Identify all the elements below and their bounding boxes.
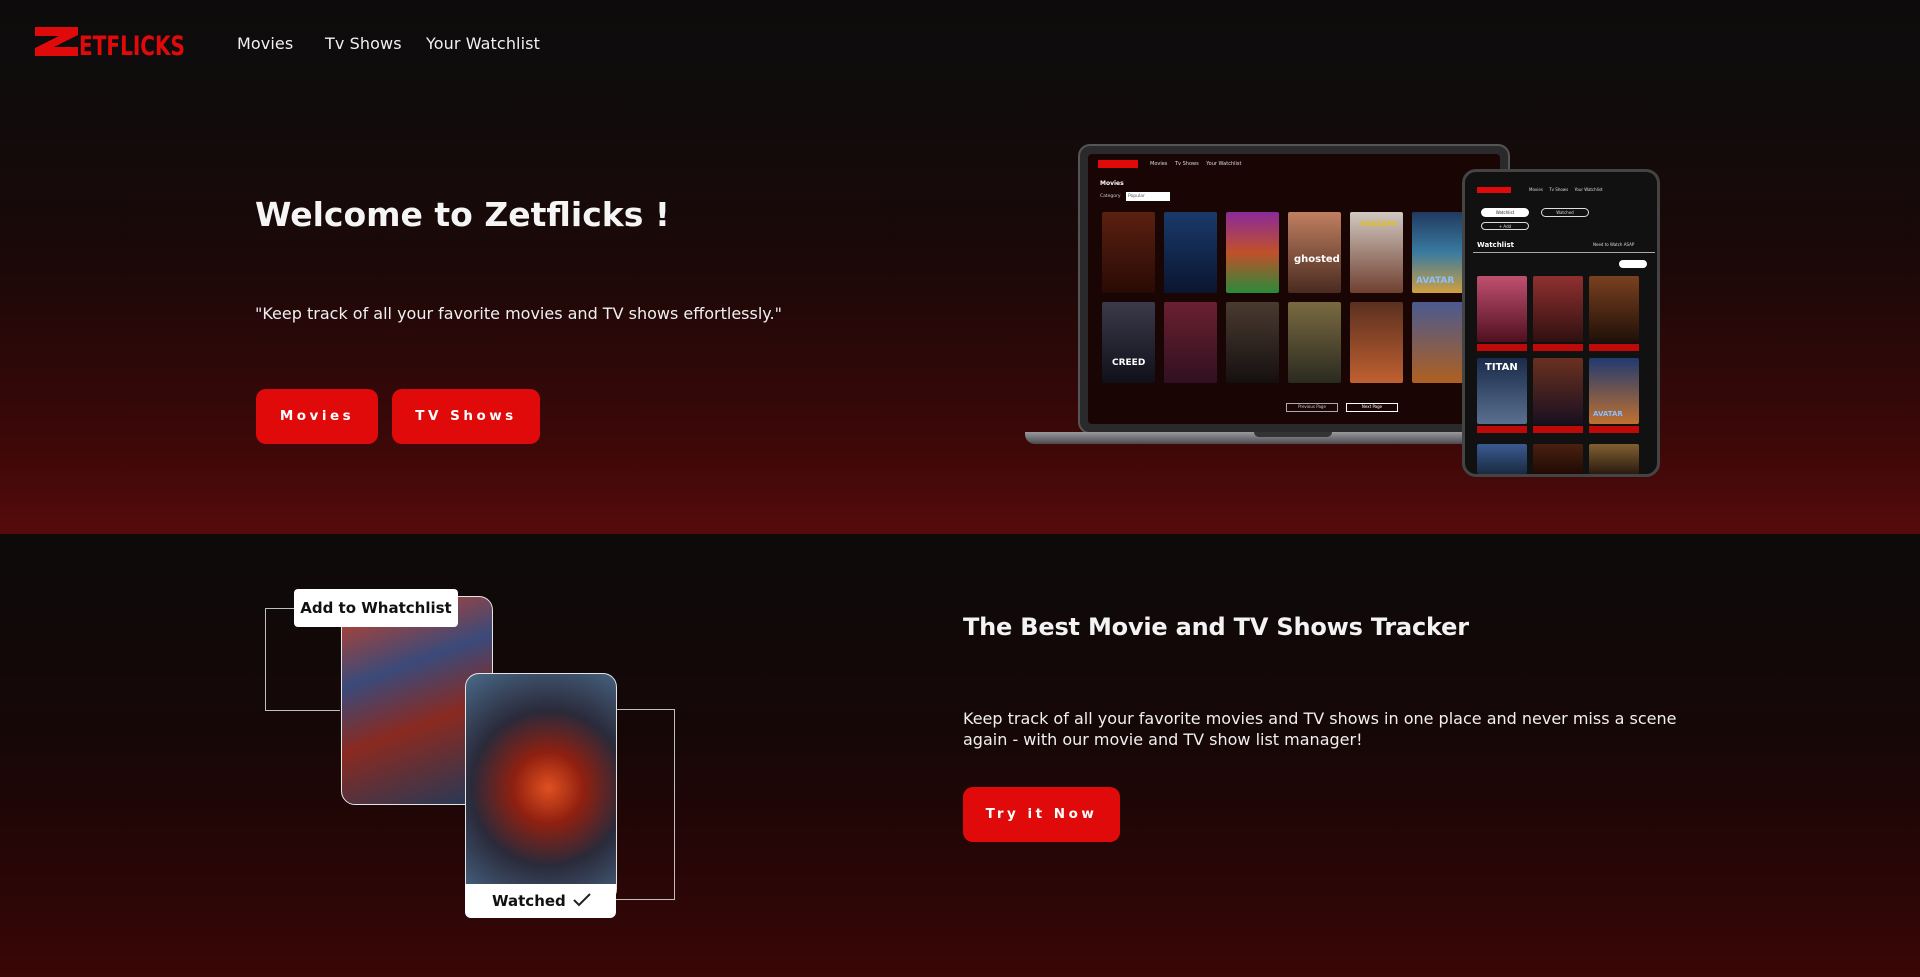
tablet-nav-tv: Tv Shows <box>1549 187 1569 192</box>
feature-title: The Best Movie and TV Shows Tracker <box>963 613 1469 641</box>
tablet-poster-title: AVATAR <box>1593 410 1623 418</box>
tablet-poster <box>1477 444 1527 474</box>
mini-poster: AVATAR <box>1412 212 1465 293</box>
mini-category-label: Category <box>1100 194 1121 199</box>
mini-logo <box>1098 160 1138 168</box>
frame-line-right <box>608 709 675 900</box>
try-it-now-button[interactable]: Try it Now <box>963 787 1120 842</box>
tablet-heading: Watchlist <box>1477 241 1514 249</box>
mini-poster: ghosted <box>1288 212 1341 293</box>
mini-nav-movies: Movies <box>1150 161 1168 167</box>
watched-tag[interactable]: Watched <box>465 884 616 918</box>
mini-poster <box>1288 302 1341 383</box>
mini-poster <box>1412 302 1465 383</box>
feature-section: Add to Whatchlist Watched The Best Movie… <box>0 534 1920 977</box>
mini-next-page: Next Page <box>1346 403 1398 412</box>
tablet-tab-watched: Watched <box>1541 208 1589 217</box>
tablet-poster-actions <box>1589 426 1639 433</box>
laptop-mockup: Movies Tv Shows Your Watchlist Movies Ca… <box>1078 144 1510 434</box>
hero-subtitle: "Keep track of all your favorite movies … <box>255 304 782 323</box>
checkmark-icon <box>573 893 591 907</box>
tablet-add-button: + Add <box>1481 222 1529 230</box>
mini-prev-page: Previous Page <box>1286 403 1338 412</box>
tablet-tab-watchlist: Watchlist <box>1481 208 1529 217</box>
mini-category-select: Popular <box>1126 192 1170 201</box>
mini-heading: Movies <box>1100 180 1124 187</box>
zetflicks-logo[interactable]: ETFLICKS <box>34 25 186 58</box>
tablet-divider <box>1473 252 1655 253</box>
tablet-sort-label: Need to Watch ASAP <box>1593 242 1635 247</box>
tablet-nav-watchlist: Your Watchlist <box>1574 187 1603 192</box>
tablet-poster-actions <box>1533 426 1583 433</box>
mini-poster: CREED <box>1102 302 1155 383</box>
tablet-poster-actions <box>1477 344 1527 351</box>
tablet-poster <box>1533 358 1583 424</box>
mini-poster <box>1226 302 1279 383</box>
tv-shows-button[interactable]: TV Shows <box>392 389 540 444</box>
watched-label: Watched <box>492 892 566 910</box>
tablet-poster: TITAN <box>1477 358 1527 424</box>
tablet-poster <box>1589 444 1639 474</box>
add-to-watchlist-label: Add to Whatchlist <box>300 599 452 617</box>
nav-link-tv-shows[interactable]: Tv Shows <box>325 34 402 53</box>
tablet-poster <box>1533 276 1583 342</box>
svg-text:ETFLICKS: ETFLICKS <box>79 31 185 58</box>
tablet-nav-movies: Movies <box>1529 187 1543 192</box>
mini-poster-title: CREED <box>1112 358 1146 368</box>
tablet-mockup: Movies Tv Shows Your Watchlist Watchlist… <box>1462 169 1660 477</box>
mini-nav-watchlist: Your Watchlist <box>1206 161 1242 167</box>
tablet-poster: AVATAR <box>1589 358 1639 424</box>
tablet-poster-actions <box>1533 344 1583 351</box>
tablet-poster-title: TITAN <box>1485 362 1518 373</box>
feature-description: Keep track of all your favorite movies a… <box>963 709 1677 749</box>
movies-button[interactable]: Movies <box>256 389 378 444</box>
laptop-base <box>1025 432 1477 444</box>
top-navbar: ETFLICKS Movies Tv Shows Your Watchlist <box>0 0 1920 90</box>
tablet-poster-actions <box>1589 344 1639 351</box>
tablet-poster <box>1533 444 1583 474</box>
laptop-screen: Movies Tv Shows Your Watchlist Movies Ca… <box>1088 154 1500 424</box>
mini-poster <box>1102 212 1155 293</box>
mini-poster-title: AVATAR <box>1416 276 1455 286</box>
nav-link-movies[interactable]: Movies <box>237 34 293 53</box>
mini-poster <box>1164 212 1217 293</box>
mini-poster <box>1164 302 1217 383</box>
laptop-notch <box>1254 432 1332 437</box>
mini-poster-title: SHAZAM! <box>1360 220 1397 228</box>
hero-title: Welcome to Zetflicks ! <box>255 195 670 234</box>
tablet-poster-actions <box>1477 426 1527 433</box>
tablet-poster <box>1589 276 1639 342</box>
mini-poster <box>1350 302 1403 383</box>
tablet-mini-logo <box>1477 187 1511 193</box>
mini-poster <box>1226 212 1279 293</box>
tablet-sort-toggle <box>1619 260 1647 268</box>
mini-poster-title: ghosted <box>1294 254 1340 265</box>
add-to-watchlist-tag[interactable]: Add to Whatchlist <box>294 589 458 627</box>
tablet-poster <box>1477 276 1527 342</box>
mini-nav-tv: Tv Shows <box>1175 161 1199 167</box>
mini-poster: SHAZAM! <box>1350 212 1403 293</box>
nav-link-watchlist[interactable]: Your Watchlist <box>426 34 540 53</box>
stranger-things-4-poster[interactable] <box>465 673 617 903</box>
